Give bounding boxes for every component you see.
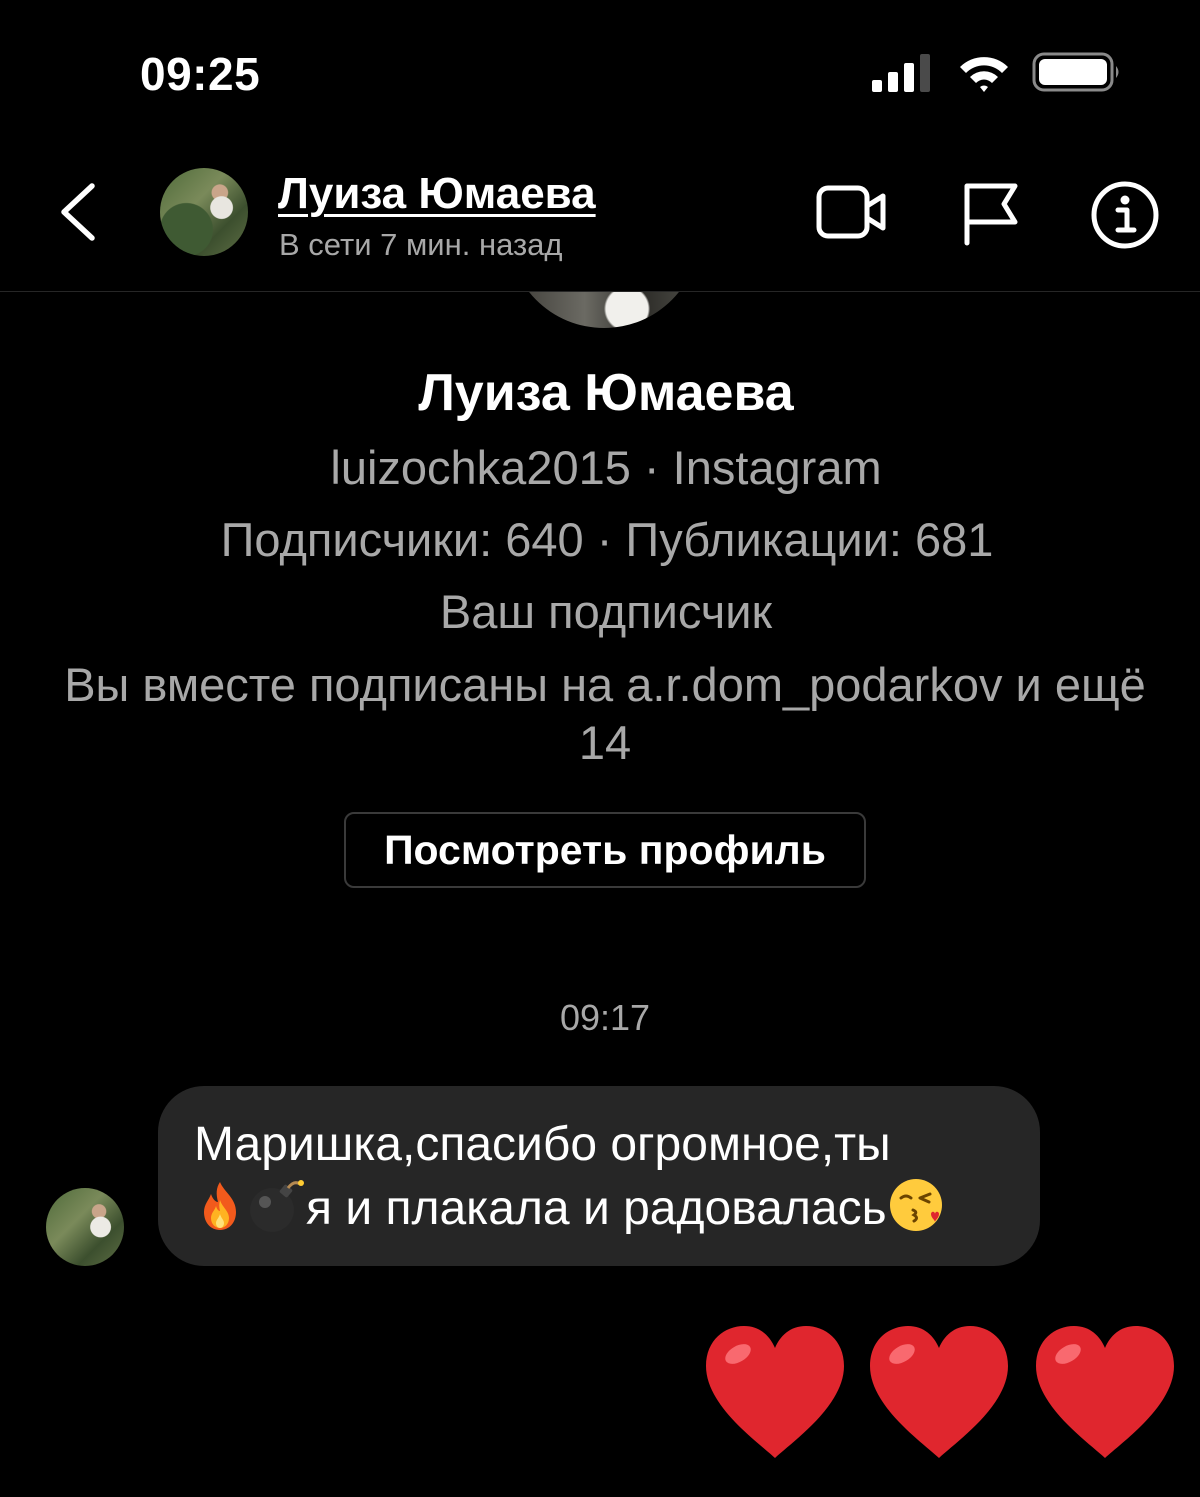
cellular-signal-icon <box>872 54 930 92</box>
red-heart-emoji-icon <box>870 1326 1008 1458</box>
follow-status: Ваш подписчик <box>439 585 773 638</box>
red-heart-emoji-icon <box>706 1326 844 1458</box>
kissing-face-emoji-icon <box>889 1179 942 1231</box>
profile-avatar-container <box>0 292 1200 332</box>
message-timestamp: 09:17 <box>559 997 651 1038</box>
fire-emoji-icon <box>204 1182 236 1230</box>
info-icon[interactable] <box>1090 180 1160 250</box>
profile-handle: luizochka2015 · Instagram <box>330 441 882 494</box>
message-bubble[interactable]: Маришка,спасибо огромное,ты я и плакала … <box>158 1086 1040 1266</box>
profile-stats: Подписчики: 640 · Публикации: 681 <box>220 513 994 566</box>
mutual-followers: Вы вместе подписаны на a.r.dom_podarkov … <box>64 658 1146 769</box>
contact-name-link[interactable]: Луиза Юмаева <box>278 170 596 218</box>
contact-avatar[interactable] <box>160 168 248 256</box>
wifi-icon <box>960 57 1008 92</box>
heart-emoji-reply[interactable] <box>700 1318 1190 1468</box>
battery-icon <box>1032 52 1119 92</box>
message-line-2-text: я и плакала и радовалась <box>306 1182 887 1235</box>
report-flag-icon[interactable] <box>962 180 1020 246</box>
back-chevron-icon[interactable] <box>56 180 100 244</box>
status-bar-time: 09:25 <box>140 48 261 100</box>
message-line-2: я и плакала и радовалась <box>194 1176 1004 1240</box>
video-call-icon[interactable] <box>816 182 888 242</box>
contact-online-status: В сети 7 мин. назад <box>279 227 563 262</box>
profile-name: Луиза Юмаева <box>418 364 794 422</box>
message-line-1: Маришка,спасибо огромное,ты <box>194 1118 891 1171</box>
profile-avatar[interactable] <box>508 292 700 328</box>
sender-avatar[interactable] <box>46 1188 124 1266</box>
bomb-emoji-icon <box>250 1180 304 1232</box>
view-profile-button[interactable]: Посмотреть профиль <box>344 812 866 888</box>
red-heart-emoji-icon <box>1036 1326 1174 1458</box>
